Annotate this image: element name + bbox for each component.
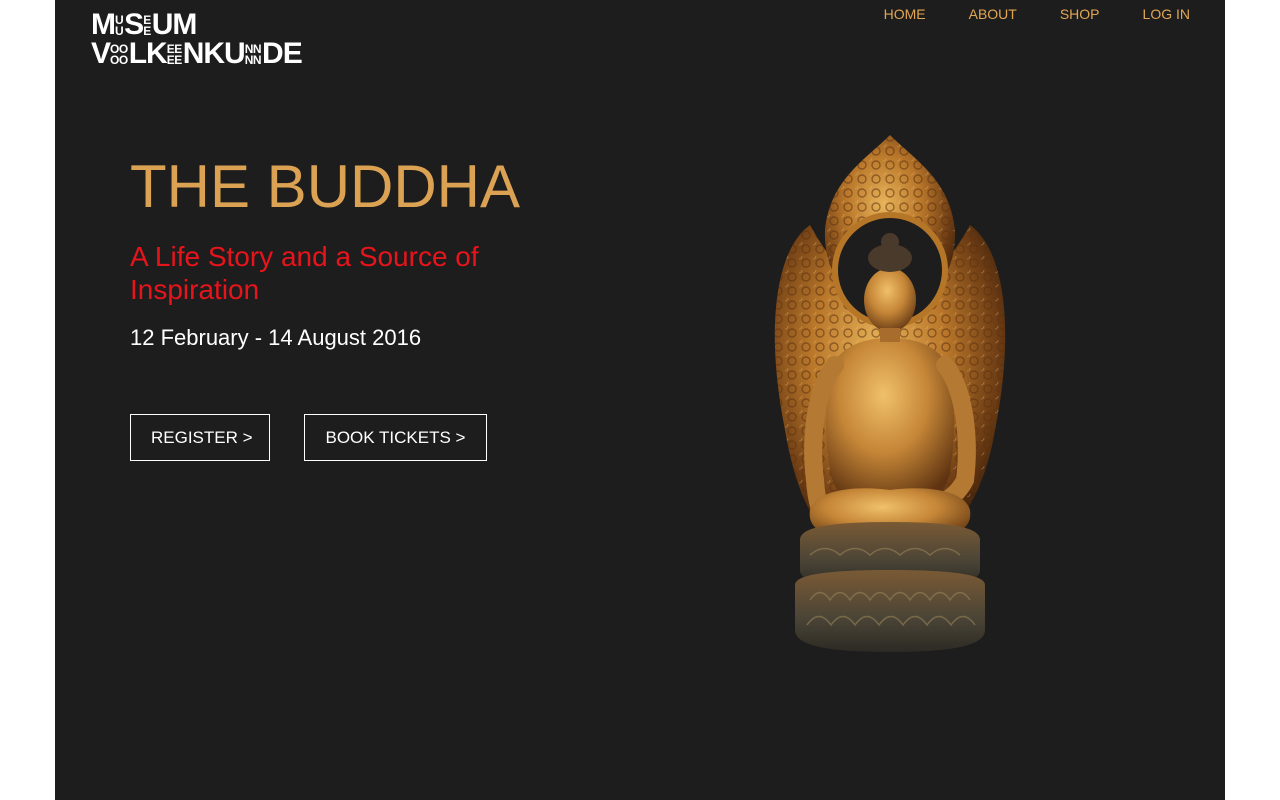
logo-stack: OO OO — [110, 43, 128, 67]
main-nav: HOME ABOUT SHOP LOG IN — [841, 6, 1190, 22]
page: M U U S E E UM V OO OO LK EE EE NKU NN N… — [55, 0, 1225, 800]
logo-stack: U U — [115, 14, 124, 38]
exhibition-title: THE BUDDHA — [130, 153, 521, 220]
logo-letter: V — [91, 37, 111, 70]
logo-stack: E E — [143, 14, 151, 38]
logo-stack-bottom: E — [143, 24, 151, 38]
exhibition-dates: 12 February - 14 August 2016 — [130, 325, 422, 350]
buddha-statue-image — [774, 135, 1006, 652]
logo-stack-bottom: U — [115, 24, 124, 38]
logo-letter: M — [91, 8, 116, 41]
book-tickets-button[interactable]: BOOK TICKETS > — [304, 414, 487, 461]
nav-home-link[interactable]: HOME — [884, 6, 926, 22]
register-button[interactable]: REGISTER > — [130, 414, 270, 461]
logo-stack-bottom: OO — [110, 53, 128, 67]
logo-line-1: M U U S E E UM — [91, 8, 302, 41]
logo-stack: EE EE — [166, 43, 183, 67]
logo-letter: NKU — [182, 37, 246, 70]
logo-letter: LK — [128, 37, 168, 70]
nav-shop-link[interactable]: SHOP — [1060, 6, 1100, 22]
logo-letter: S — [124, 8, 144, 41]
museum-logo[interactable]: M U U S E E UM V OO OO LK EE EE NKU NN N… — [91, 8, 303, 70]
logo-line-2: V OO OO LK EE EE NKU NN NN DE — [91, 37, 303, 70]
exhibition-subtitle: A Life Story and a Source of Inspiration — [130, 241, 479, 305]
nav-login-link[interactable]: LOG IN — [1143, 6, 1190, 22]
logo-stack: NN NN — [244, 43, 262, 67]
logo-stack-bottom: NN — [244, 53, 262, 67]
nav-about-link[interactable]: ABOUT — [969, 6, 1017, 22]
logo-letter: UM — [151, 8, 198, 41]
logo-letter: DE — [262, 37, 303, 70]
logo-stack-bottom: EE — [166, 53, 183, 67]
